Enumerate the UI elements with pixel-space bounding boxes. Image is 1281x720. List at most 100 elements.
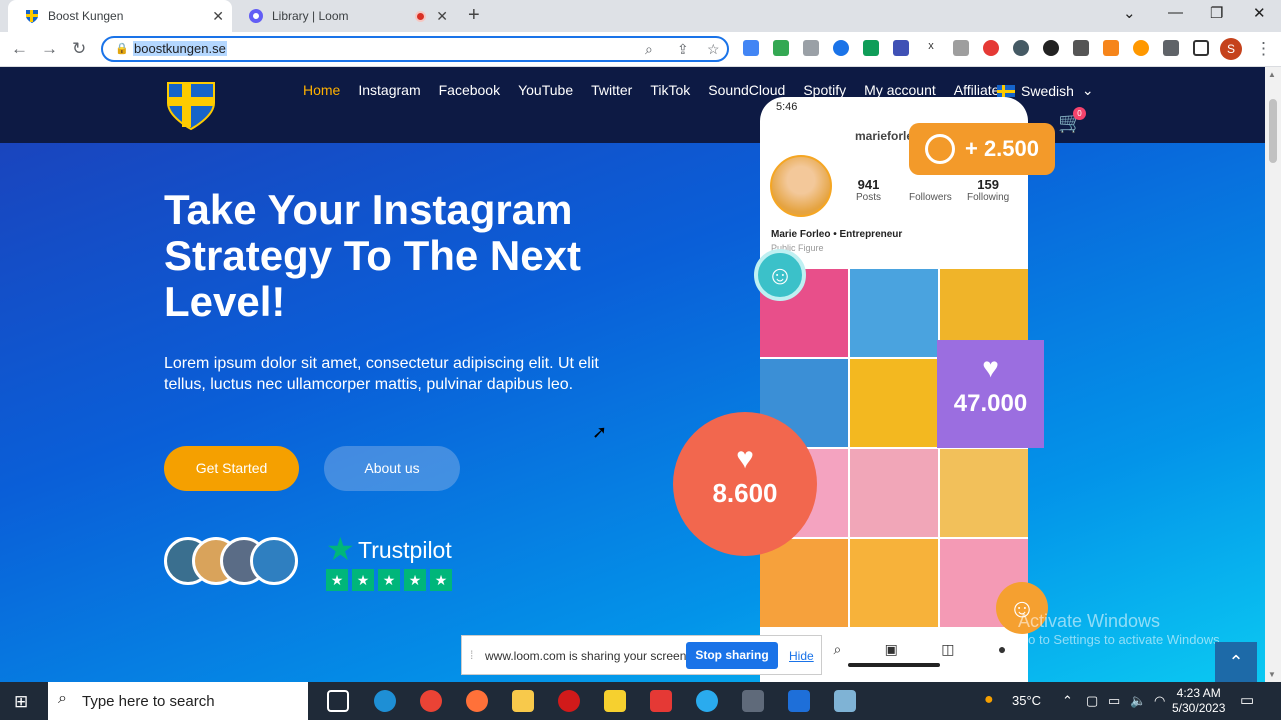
tab-search-icon[interactable]: ⌄ — [1123, 4, 1136, 22]
menu-home[interactable]: Home — [303, 82, 340, 98]
lock-icon: 🔒 — [115, 43, 129, 55]
stat-label: Following — [967, 192, 1010, 203]
firefox-icon[interactable] — [466, 690, 488, 712]
back-icon[interactable]: ← — [11, 39, 28, 59]
profile-name: Marie Forleo • Entrepreneur — [771, 229, 903, 240]
telegram-icon[interactable] — [696, 690, 718, 712]
chrome-icon[interactable] — [420, 690, 442, 712]
customer-avatars — [164, 537, 304, 587]
profile-avatar[interactable]: S — [1220, 38, 1242, 60]
weather-icon[interactable]: ● — [984, 691, 994, 709]
maximize-icon[interactable]: ❐ — [1210, 4, 1223, 22]
wifi-icon[interactable]: ◠ — [1154, 693, 1165, 709]
home-indicator — [848, 663, 940, 667]
tab-boost-kungen[interactable]: Boost Kungen ✕ — [8, 0, 232, 32]
taskbar-search[interactable]: ⌕ Type here to search — [48, 682, 308, 720]
extension-icon[interactable] — [1133, 40, 1149, 56]
photo-tile — [850, 269, 938, 357]
menu-tiktok[interactable]: TikTok — [650, 82, 690, 98]
menu-twitter[interactable]: Twitter — [591, 82, 632, 98]
analytics-extension-icon[interactable] — [773, 40, 789, 56]
about-us-button[interactable]: About us — [324, 446, 460, 491]
tab-library-loom[interactable]: Library | Loom ✕ — [232, 0, 456, 32]
sticky-notes-icon[interactable] — [604, 690, 626, 712]
close-icon[interactable]: ✕ — [436, 8, 448, 25]
forward-icon[interactable]: → — [41, 39, 58, 59]
task-view-icon[interactable] — [327, 690, 349, 712]
speaker-icon[interactable]: 🔈 — [1130, 693, 1146, 709]
menu-soundcloud[interactable]: SoundCloud — [708, 82, 785, 98]
photos-icon[interactable] — [788, 690, 810, 712]
system-clock[interactable]: 4:23 AM 5/30/2023 — [1172, 686, 1225, 716]
stat-followers: Followers — [909, 177, 952, 203]
language-label: Swedish — [1021, 82, 1074, 99]
side-panel-icon[interactable] — [1193, 40, 1209, 56]
stat-value: 941 — [857, 177, 880, 192]
shop-icon: ◫ — [941, 640, 955, 657]
photo-tile — [850, 449, 938, 537]
search-icon: ⌕ — [58, 690, 67, 707]
address-url[interactable]: boostkungen.se — [133, 41, 227, 56]
stop-sharing-button[interactable]: Stop sharing — [686, 642, 778, 669]
metamask-extension-icon[interactable] — [1103, 40, 1119, 56]
tab-title: Library | Loom — [272, 9, 349, 23]
reels-icon: ▣ — [884, 640, 898, 657]
page-scrollbar[interactable]: ▲ ▼ — [1265, 67, 1281, 682]
menu-instagram[interactable]: Instagram — [358, 82, 420, 98]
hide-link[interactable]: Hide — [789, 649, 814, 663]
get-started-button[interactable]: Get Started — [164, 446, 299, 491]
calculator-icon[interactable] — [742, 690, 764, 712]
file-explorer-icon[interactable] — [512, 690, 534, 712]
minimize-icon[interactable]: — — [1168, 4, 1183, 21]
windows-start-icon[interactable]: ⊞ — [14, 692, 28, 712]
menu-youtube[interactable]: YouTube — [518, 82, 573, 98]
app-icon[interactable] — [834, 690, 856, 712]
opera-icon[interactable] — [558, 690, 580, 712]
close-icon[interactable]: ✕ — [212, 8, 224, 25]
extension-icon[interactable] — [983, 40, 999, 56]
x-extension-icon[interactable]: x — [923, 40, 939, 56]
star-icon: ★ — [430, 569, 452, 591]
drag-handle-icon[interactable]: ⁞ — [470, 648, 473, 662]
menu-spotify[interactable]: Spotify — [803, 82, 846, 98]
language-switcher[interactable]: Swedish ⌄ — [997, 82, 1094, 99]
extension-icon[interactable] — [953, 40, 969, 56]
share-icon[interactable]: ⇪ — [677, 41, 689, 58]
anydesk-icon[interactable] — [650, 690, 672, 712]
extension-icon[interactable] — [893, 40, 909, 56]
zoom-icon[interactable]: ⌕ — [645, 41, 653, 58]
hero-text: Lorem ipsum dolor sit amet, consectetur … — [164, 355, 599, 393]
extension-icon[interactable] — [1043, 40, 1059, 56]
address-bar[interactable]: 🔒 boostkungen.se ⌕ ⇪ ☆ — [101, 36, 729, 62]
extension-icon[interactable] — [1013, 40, 1029, 56]
star-icon: ★ — [404, 569, 426, 591]
menu-dots-icon[interactable]: ⋮ — [1255, 39, 1272, 59]
site-logo[interactable] — [164, 79, 218, 136]
temperature[interactable]: 35°C — [1012, 693, 1041, 708]
smile-icon: ☺ — [754, 249, 806, 301]
scroll-up-icon[interactable]: ▲ — [1268, 70, 1276, 79]
new-tab-icon[interactable]: + — [468, 4, 480, 27]
bookmark-star-icon[interactable]: ☆ — [707, 41, 720, 58]
scroll-to-top-button[interactable]: ⌃ — [1215, 642, 1257, 682]
menu-facebook[interactable]: Facebook — [439, 82, 500, 98]
menu-affiliate[interactable]: Affiliate — [954, 82, 1000, 98]
notification-icon[interactable]: ▭ — [1240, 691, 1254, 709]
cart-icon[interactable]: 🛒 0 — [1058, 107, 1086, 135]
battery-icon[interactable]: ▭ — [1108, 693, 1120, 709]
tray-app-icon[interactable]: ▢ — [1086, 693, 1098, 709]
stat-label: Posts — [856, 192, 882, 203]
extension-icon[interactable] — [863, 40, 879, 56]
scrollbar-thumb[interactable] — [1269, 99, 1277, 163]
screenshot-extension-icon[interactable] — [803, 40, 819, 56]
reload-icon[interactable]: ↻ — [72, 39, 86, 59]
close-window-icon[interactable]: ✕ — [1253, 4, 1266, 22]
extension-icon[interactable] — [833, 40, 849, 56]
translate-extension-icon[interactable] — [743, 40, 759, 56]
edge-icon[interactable] — [374, 690, 396, 712]
menu-my-account[interactable]: My account — [864, 82, 936, 98]
extension-icon[interactable] — [1073, 40, 1089, 56]
chevron-up-icon[interactable]: ⌃ — [1062, 693, 1073, 709]
scroll-down-icon[interactable]: ▼ — [1268, 670, 1276, 679]
puzzle-extensions-icon[interactable] — [1163, 40, 1179, 56]
